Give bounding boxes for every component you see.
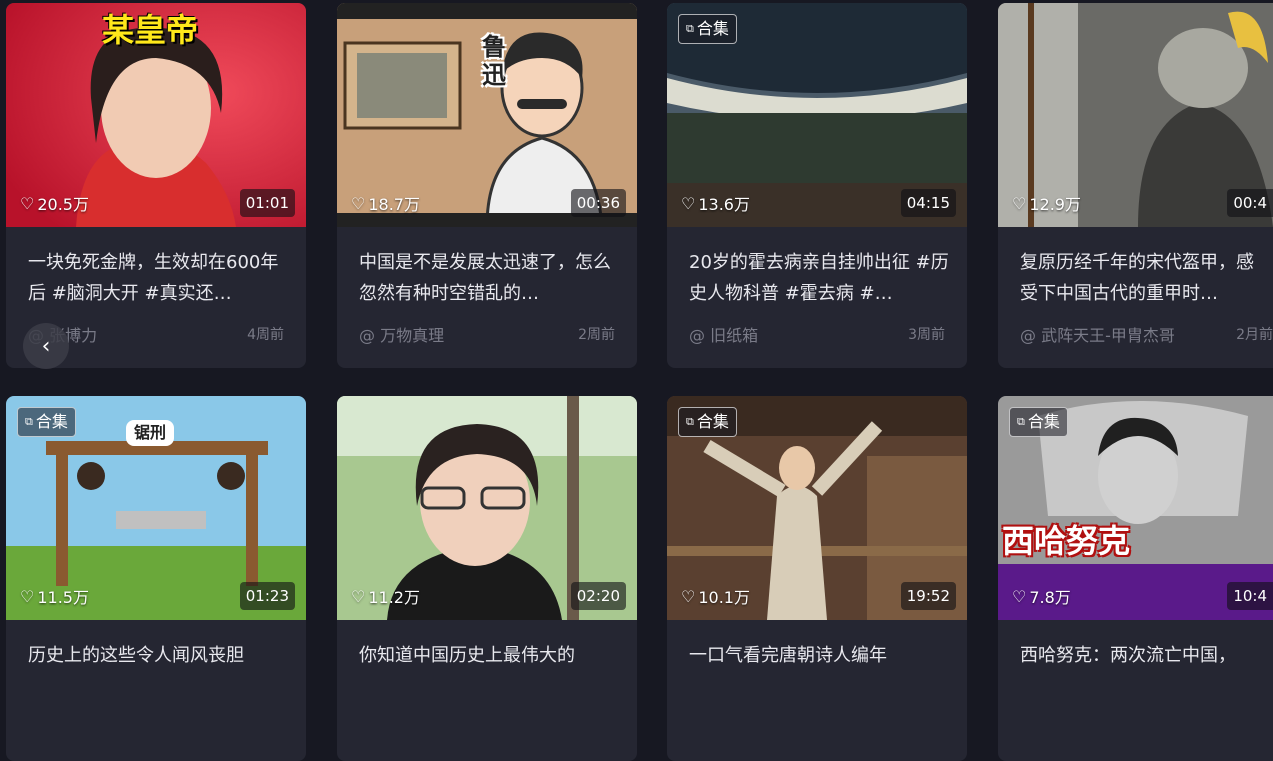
- like-count: ♡ 11.5万: [20, 586, 89, 608]
- heart-icon: ♡: [20, 193, 35, 213]
- heart-icon: ♡: [681, 193, 696, 213]
- layers-icon: ⧉: [686, 415, 694, 428]
- like-count: ♡ 13.6万: [681, 193, 750, 215]
- collection-badge: ⧉ 合集: [678, 14, 737, 44]
- video-duration: 00:4: [1227, 189, 1273, 217]
- heart-icon: ♡: [351, 193, 366, 213]
- video-duration: 02:20: [570, 582, 626, 610]
- video-card[interactable]: 鲁迅 ♡ 18.7万 00:36 中国是不是发展太迅速了，怎么忽然有种时空错乱的……: [337, 3, 637, 368]
- video-time: 2月前: [1236, 327, 1273, 343]
- video-title[interactable]: 一块免死金牌，生效却在600年后 #脑洞大开 #真实还…: [28, 247, 288, 309]
- like-count: ♡ 7.8万: [1012, 586, 1071, 608]
- like-count: ♡ 11.2万: [351, 586, 420, 608]
- video-title[interactable]: 20岁的霍去病亲自挂帅出征 #历史人物科普 #霍去病 #…: [689, 247, 949, 309]
- like-count: ♡ 20.5万: [20, 193, 89, 215]
- video-duration: 01:01: [239, 189, 295, 217]
- video-time: 3周前: [908, 327, 945, 343]
- video-card[interactable]: ⧉ 合集 ♡ 10.1万 19:52 一口气看完唐朝诗人编年: [667, 396, 967, 761]
- video-card[interactable]: 某皇帝 ♡ 20.5万 01:01 一块免死金牌，生效却在600年后 #脑洞大开 …: [6, 3, 306, 368]
- heart-icon: ♡: [1012, 586, 1027, 606]
- collection-badge: ⧉ 合集: [678, 407, 737, 437]
- video-title[interactable]: 你知道中国历史上最伟大的: [359, 640, 619, 671]
- video-title[interactable]: 西哈努克：两次流亡中国，: [1020, 640, 1270, 671]
- chevron-left-icon: ‹: [41, 333, 51, 359]
- video-duration: 00:36: [570, 189, 626, 217]
- heart-icon: ♡: [20, 586, 35, 606]
- video-card[interactable]: ⧉ 合集 ♡ 13.6万 04:15 20岁的霍去病亲自挂帅出征 #历史人物科普 #…: [667, 3, 967, 368]
- heart-icon: ♡: [351, 586, 366, 606]
- video-card[interactable]: 西哈努克 ⧉ 合集 ♡ 7.8万 10:4 西哈努克：两次流亡中国，: [998, 396, 1273, 761]
- heart-icon: ♡: [681, 586, 696, 606]
- video-duration: 04:15: [900, 189, 956, 217]
- collection-badge: ⧉ 合集: [17, 407, 76, 437]
- layers-icon: ⧉: [686, 22, 694, 35]
- video-card[interactable]: ♡ 11.2万 02:20 你知道中国历史上最伟大的: [337, 396, 637, 761]
- video-card[interactable]: ♡ 12.9万 00:4 复原历经千年的宋代盔甲，感受下中国古代的重甲时… @ 武…: [998, 3, 1273, 368]
- previous-button[interactable]: ‹: [23, 323, 69, 369]
- video-duration: 01:23: [239, 582, 295, 610]
- video-duration: 10:4: [1227, 582, 1273, 610]
- thumbnail-caption: 鲁迅: [482, 33, 506, 89]
- video-author[interactable]: @ 万物真理: [359, 322, 444, 346]
- like-count: ♡ 10.1万: [681, 586, 750, 608]
- layers-icon: ⧉: [25, 415, 33, 428]
- thumbnail-caption: 某皇帝: [102, 11, 199, 49]
- video-duration: 19:52: [900, 582, 956, 610]
- video-time: 4周前: [247, 327, 284, 343]
- video-time: 2周前: [578, 327, 615, 343]
- collection-badge: ⧉ 合集: [1009, 407, 1068, 437]
- thumbnail-caption: 锯刑: [126, 420, 175, 446]
- video-author[interactable]: @ 旧纸箱: [689, 322, 758, 346]
- video-author[interactable]: @ 武阵天王-甲胄杰哥: [1020, 322, 1175, 346]
- layers-icon: ⧉: [1017, 415, 1025, 428]
- video-title[interactable]: 复原历经千年的宋代盔甲，感受下中国古代的重甲时…: [1020, 247, 1270, 309]
- thumbnail-caption: 西哈努克: [1002, 522, 1131, 560]
- like-count: ♡ 18.7万: [351, 193, 420, 215]
- like-count: ♡ 12.9万: [1012, 193, 1081, 215]
- heart-icon: ♡: [1012, 193, 1027, 213]
- video-card[interactable]: 锯刑 ⧉ 合集 ♡ 11.5万 01:23 历史上的这些令人闻风丧胆: [6, 396, 306, 761]
- video-title[interactable]: 历史上的这些令人闻风丧胆: [28, 640, 288, 671]
- video-title[interactable]: 一口气看完唐朝诗人编年: [689, 640, 949, 671]
- video-title[interactable]: 中国是不是发展太迅速了，怎么忽然有种时空错乱的…: [359, 247, 619, 309]
